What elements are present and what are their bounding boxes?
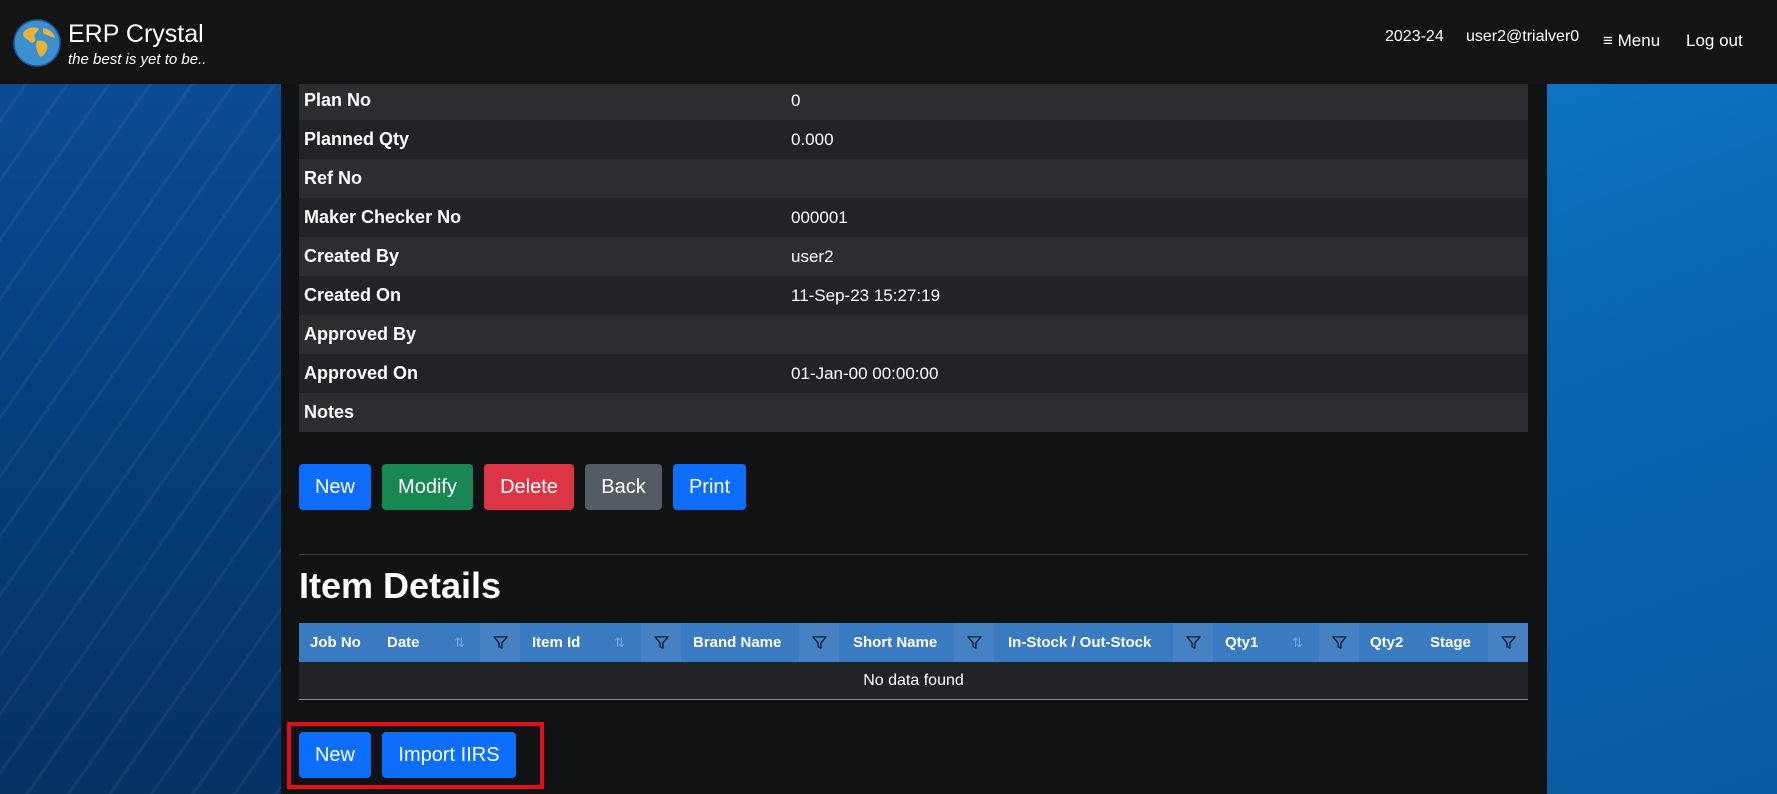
column-header-stage[interactable]: Stage bbox=[1430, 623, 1471, 662]
print-button[interactable]: Print bbox=[673, 464, 746, 510]
fiscal-year-link[interactable]: 2023-24 bbox=[1385, 28, 1444, 46]
column-header-qty2[interactable]: Qty2 bbox=[1370, 623, 1403, 662]
new-button[interactable]: New bbox=[299, 464, 371, 510]
menu-button[interactable]: ≡ Menu bbox=[1603, 31, 1660, 51]
section-divider bbox=[299, 554, 1528, 555]
detail-value: 000001 bbox=[791, 207, 848, 227]
modify-button[interactable]: Modify bbox=[382, 464, 473, 510]
detail-row-maker-checker-no: Maker Checker No 000001 bbox=[299, 198, 1528, 237]
brand-title: ERP Crystal bbox=[68, 20, 204, 48]
column-header-brand-name[interactable]: Brand Name bbox=[693, 623, 781, 662]
filter-icon[interactable] bbox=[641, 623, 681, 662]
detail-label: Planned Qty bbox=[304, 129, 410, 149]
filter-icon[interactable] bbox=[1319, 623, 1359, 662]
detail-value: user2 bbox=[791, 246, 834, 266]
detail-row-created-by: Created By user2 bbox=[299, 237, 1528, 276]
detail-label: Created On bbox=[304, 285, 402, 305]
top-navbar: ERP Crystal the best is yet to be.. 2023… bbox=[0, 0, 1777, 84]
detail-label: Created By bbox=[304, 246, 400, 266]
sort-icon[interactable]: ⇅ bbox=[454, 623, 465, 662]
detail-label: Approved By bbox=[304, 324, 417, 344]
empty-grid-message: No data found bbox=[299, 662, 1528, 700]
filter-icon[interactable] bbox=[480, 623, 520, 662]
import-iirs-button[interactable]: Import IIRS bbox=[382, 732, 516, 778]
filter-icon[interactable] bbox=[1173, 623, 1213, 662]
detail-table: Plan No 0 Planned Qty 0.000 Ref No Maker… bbox=[299, 81, 1528, 432]
new-item-button[interactable]: New bbox=[299, 732, 371, 778]
detail-row-created-on: Created On 11-Sep-23 15:27:19 bbox=[299, 276, 1528, 315]
globe-logo-icon bbox=[13, 19, 61, 67]
detail-label: Plan No bbox=[304, 90, 372, 110]
filter-icon[interactable] bbox=[799, 623, 839, 662]
sort-icon[interactable]: ⇅ bbox=[614, 623, 625, 662]
detail-row-plan-no: Plan No 0 bbox=[299, 81, 1528, 120]
column-header-short-name[interactable]: Short Name bbox=[853, 623, 937, 662]
detail-row-planned-qty: Planned Qty 0.000 bbox=[299, 120, 1528, 159]
filter-icon[interactable] bbox=[1488, 623, 1528, 662]
sort-icon[interactable]: ⇅ bbox=[1292, 623, 1303, 662]
detail-row-approved-on: Approved On 01-Jan-00 00:00:00 bbox=[299, 354, 1528, 393]
detail-value: 0 bbox=[791, 90, 801, 110]
user-account-link[interactable]: user2@trialver0 bbox=[1466, 28, 1579, 46]
delete-button[interactable]: Delete bbox=[484, 464, 574, 510]
background-left bbox=[0, 0, 281, 794]
column-header-job-no[interactable]: Job No bbox=[310, 623, 361, 662]
detail-row-ref-no: Ref No bbox=[299, 159, 1528, 198]
column-header-date[interactable]: Date bbox=[387, 623, 420, 662]
brand-tagline: the best is yet to be.. bbox=[68, 51, 207, 68]
logout-link[interactable]: Log out bbox=[1686, 31, 1743, 51]
column-header-qty1[interactable]: Qty1 bbox=[1225, 623, 1258, 662]
column-header-in-out-stock[interactable]: In-Stock / Out-Stock bbox=[1008, 623, 1151, 662]
item-grid-header: Job No Date ⇅ Item Id ⇅ Brand Name Short… bbox=[299, 623, 1528, 662]
column-header-item-id[interactable]: Item Id bbox=[532, 623, 580, 662]
filter-icon[interactable] bbox=[954, 623, 994, 662]
detail-label: Approved On bbox=[304, 363, 419, 383]
detail-row-notes: Notes bbox=[299, 393, 1528, 432]
detail-value: 01-Jan-00 00:00:00 bbox=[791, 363, 939, 383]
detail-value: 0.000 bbox=[791, 129, 834, 149]
detail-label: Notes bbox=[304, 402, 355, 422]
item-details-title: Item Details bbox=[299, 565, 502, 606]
detail-label: Ref No bbox=[304, 168, 362, 188]
detail-value: 11-Sep-23 15:27:19 bbox=[791, 285, 941, 305]
back-button[interactable]: Back bbox=[585, 464, 662, 510]
detail-label: Maker Checker No bbox=[304, 207, 462, 227]
background-right bbox=[1547, 0, 1777, 794]
detail-row-approved-by: Approved By bbox=[299, 315, 1528, 354]
